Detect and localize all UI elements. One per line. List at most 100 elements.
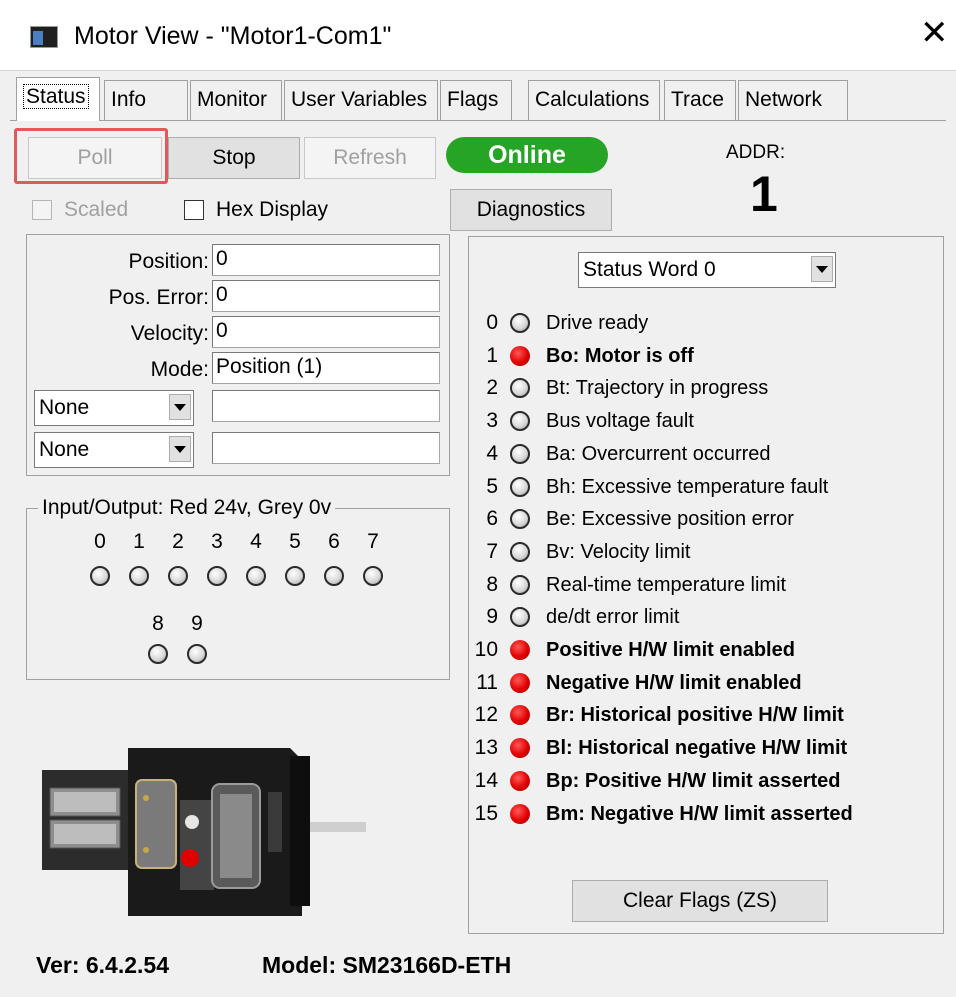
position-field[interactable]: 0 — [212, 244, 440, 276]
tab-trace[interactable]: Trace — [664, 80, 736, 120]
addr-value: 1 — [750, 166, 778, 222]
tab-status[interactable]: Status — [16, 77, 100, 121]
status-bit-led — [510, 575, 530, 595]
io-led-7 — [363, 566, 383, 586]
status-bit-label: Positive H/W limit enabled — [546, 639, 795, 661]
tab-info[interactable]: Info — [104, 80, 188, 120]
addr-label: ADDR: — [726, 142, 786, 163]
tab-user-variables[interactable]: User Variables — [284, 80, 438, 120]
status-bit-label: de/dt error limit — [546, 606, 680, 628]
close-icon[interactable]: ✕ — [920, 16, 949, 50]
status-bit-led — [510, 607, 530, 627]
stop-button[interactable]: Stop — [168, 137, 300, 179]
scaled-checkbox[interactable] — [32, 200, 52, 220]
variable-select-1[interactable]: None — [34, 390, 194, 426]
hex-display-label: Hex Display — [216, 198, 329, 221]
status-bit-led — [510, 542, 530, 562]
io-led-0 — [90, 566, 110, 586]
io-number-1: 1 — [133, 530, 145, 553]
status-bit-led — [510, 444, 530, 464]
variable-value-1[interactable] — [212, 390, 440, 422]
status-bit-number: 13 — [474, 736, 498, 759]
status-bit-number: 7 — [486, 540, 498, 563]
variable-select-2[interactable]: None — [34, 432, 194, 468]
clear-flags-button[interactable]: Clear Flags (ZS) — [572, 880, 828, 922]
status-bit-number: 12 — [474, 703, 498, 726]
status-bit-led — [510, 509, 530, 529]
io-led-6 — [324, 566, 344, 586]
status-bit-label: Bm: Negative H/W limit asserted — [546, 803, 853, 825]
online-status-badge: Online — [446, 137, 608, 173]
chevron-down-icon[interactable] — [811, 256, 833, 282]
io-number-6: 6 — [328, 530, 340, 553]
status-bit-label: Bv: Velocity limit — [546, 541, 691, 563]
status-bit-led — [510, 640, 530, 660]
io-number-3: 3 — [211, 530, 223, 553]
status-bit-label: Bus voltage fault — [546, 410, 694, 432]
status-word-select[interactable]: Status Word 0 — [578, 252, 836, 288]
position-label: Position: — [128, 250, 209, 273]
variable-value-2[interactable] — [212, 432, 440, 464]
refresh-button[interactable]: Refresh — [304, 137, 436, 179]
status-word-select-value: Status Word 0 — [583, 258, 716, 281]
status-bit-number: 5 — [486, 475, 498, 498]
status-bit-label: Real-time temperature limit — [546, 574, 787, 596]
variable-select-1-value: None — [39, 396, 90, 419]
io-number-4: 4 — [250, 530, 262, 553]
status-bit-number: 3 — [486, 409, 498, 432]
chevron-down-icon[interactable] — [169, 394, 191, 420]
status-bit-number: 4 — [486, 442, 498, 465]
velocity-label: Velocity: — [130, 322, 209, 345]
io-number-0: 0 — [94, 530, 106, 553]
version-label: Ver: 6.4.2.54 — [36, 952, 169, 978]
velocity-field[interactable]: 0 — [212, 316, 440, 348]
status-bit-label: Be: Excessive position error — [546, 508, 794, 530]
window-title: Motor View - "Motor1-Com1" — [74, 22, 392, 50]
pos-error-field[interactable]: 0 — [212, 280, 440, 312]
status-bit-led — [510, 477, 530, 497]
status-bit-number: 1 — [486, 344, 498, 367]
model-label: Model: SM23166D-ETH — [262, 952, 512, 978]
status-bit-led — [510, 738, 530, 758]
io-number-2: 2 — [172, 530, 184, 553]
status-bit-label: Bt: Trajectory in progress — [546, 377, 769, 399]
mode-field[interactable]: Position (1) — [212, 352, 440, 384]
status-bit-number: 11 — [476, 671, 498, 694]
status-bit-led — [510, 411, 530, 431]
io-led-1 — [129, 566, 149, 586]
status-bit-label: Bh: Excessive temperature fault — [546, 476, 829, 498]
hex-display-checkbox[interactable] — [184, 200, 204, 220]
status-bit-led — [510, 346, 530, 366]
status-bit-number: 15 — [474, 802, 498, 825]
status-bit-number: 14 — [474, 769, 498, 792]
status-bit-label: Ba: Overcurrent occurred — [546, 443, 771, 465]
io-led-8 — [148, 644, 168, 664]
io-led-5 — [285, 566, 305, 586]
status-bit-led — [510, 673, 530, 693]
io-led-9 — [187, 644, 207, 664]
status-bit-number: 0 — [486, 311, 498, 334]
poll-highlight-box — [14, 128, 168, 184]
status-bit-led — [510, 313, 530, 333]
tab-monitor[interactable]: Monitor — [190, 80, 282, 120]
io-led-2 — [168, 566, 188, 586]
status-bit-label: Negative H/W limit enabled — [546, 672, 802, 694]
tab-calculations[interactable]: Calculations — [528, 80, 660, 120]
motor-status-led — [181, 849, 199, 867]
tab-flags[interactable]: Flags — [440, 80, 512, 120]
chevron-down-icon[interactable] — [169, 436, 191, 462]
status-bit-label: Drive ready — [546, 312, 649, 334]
io-led-4 — [246, 566, 266, 586]
mode-label: Mode: — [150, 358, 209, 381]
status-bit-number: 2 — [486, 376, 498, 399]
status-bit-label: Bl: Historical negative H/W limit — [546, 737, 848, 759]
diagnostics-button[interactable]: Diagnostics — [450, 189, 612, 231]
tab-network[interactable]: Network — [738, 80, 848, 120]
motor-shaft — [310, 822, 366, 832]
io-number-5: 5 — [289, 530, 301, 553]
status-bit-led — [510, 771, 530, 791]
status-bit-number: 6 — [486, 507, 498, 530]
status-bit-led — [510, 378, 530, 398]
tab-status-label: Status — [23, 84, 89, 109]
status-bit-number: 9 — [486, 605, 498, 628]
